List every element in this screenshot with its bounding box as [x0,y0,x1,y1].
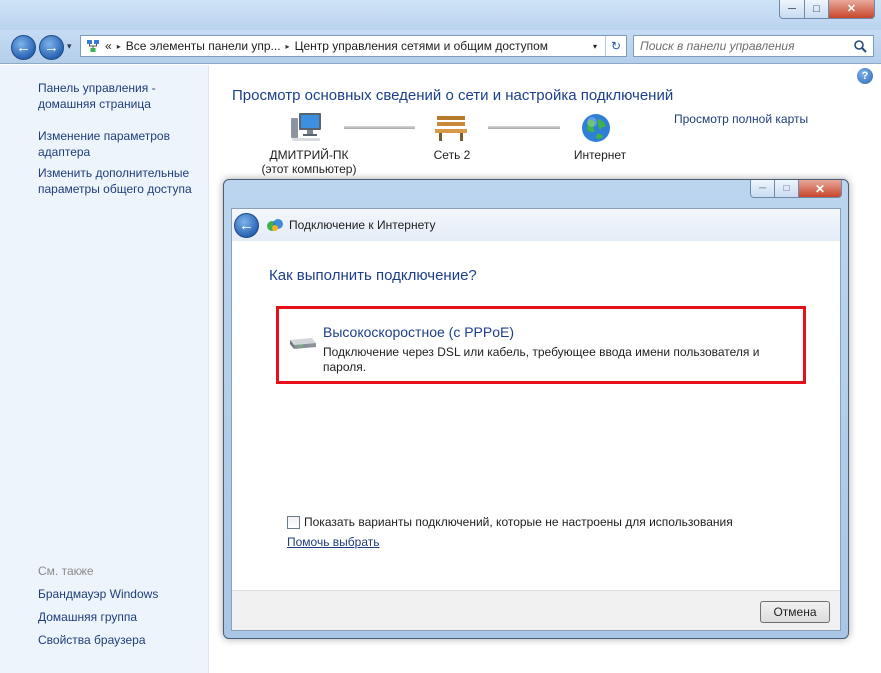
dialog-window-controls: ─ □ ✕ [750,180,842,199]
internet-node [580,112,612,147]
option-description: Подключение через DSL или кабель, требую… [323,345,760,374]
search-icon[interactable] [853,39,867,56]
dialog-title: Подключение к Интернету [289,218,436,232]
recent-pages-dropdown[interactable]: ▾ [67,41,72,52]
computer-caption: (этот компьютер) [261,162,357,176]
network-node-label: Сеть 2 [433,148,471,162]
globe-icon [582,114,610,142]
forward-button[interactable]: → [39,35,64,60]
control-panel-home-link[interactable]: Панель управления - домашняя страница [38,80,156,112]
dialog-footer: Отмена [232,590,840,630]
dialog-close-button[interactable]: ✕ [799,180,842,198]
window-controls: ─ □ ✕ [779,0,875,20]
advanced-sharing-settings-link[interactable]: Изменить дополнительные параметры общего… [38,165,192,197]
bench-icon [435,116,467,141]
link-text-line: Изменить дополнительные [38,166,190,180]
close-button[interactable]: ✕ [829,0,875,19]
search-input[interactable] [640,39,850,53]
link-text-line: адаптера [38,145,91,159]
refresh-button[interactable]: ↻ [605,36,626,56]
breadcrumb-all-control-panel-items[interactable]: Все элементы панели упр... [126,39,281,53]
breadcrumb-separator[interactable]: ▸ [286,42,290,51]
dialog-client-area: ← Подключение к Интернету Как выполнить … [231,208,841,631]
view-full-map-link[interactable]: Просмотр полной карты [674,112,808,126]
network-center-icon [85,38,101,54]
link-text-line: параметры общего доступа [38,182,192,196]
homegroup-link[interactable]: Домашняя группа [38,609,137,625]
network-connection-icon [266,217,284,236]
address-overflow-chevron[interactable]: « [105,39,112,53]
change-adapter-settings-link[interactable]: Изменение параметров адаптера [38,128,170,160]
minimize-button[interactable]: ─ [779,0,805,19]
internet-options-link[interactable]: Свойства браузера [38,632,146,648]
link-text-line: Панель управления - [38,81,156,95]
checkbox-label[interactable]: Показать варианты подключений, которые н… [304,515,733,529]
pppoe-broadband-option[interactable]: Высокоскоростное (с PPPoE) Подключение ч… [276,306,806,384]
help-icon[interactable]: ? [857,68,873,84]
search-box[interactable] [633,35,874,57]
dialog-minimize-button: ─ [750,180,775,198]
address-dropdown-button[interactable]: ▾ [586,36,604,56]
window-titlebar: ─ □ ✕ [0,0,881,30]
connect-to-internet-dialog: ─ □ ✕ ← Подключение к Интернету Как выпо… [223,179,849,639]
left-navigation-pane: Панель управления - домашняя страница Из… [0,65,209,673]
dialog-maximize-button: □ [775,180,799,198]
breadcrumb-network-sharing-center[interactable]: Центр управления сетями и общим доступом [295,39,549,53]
computer-icon [291,113,321,141]
map-connector-line [488,126,560,129]
link-text-line: домашняя страница [38,97,151,111]
computer-node-label: ДМИТРИЙ-ПК (этот компьютер) [254,148,364,176]
show-unconfigured-options-row[interactable]: Показать варианты подключений, которые н… [287,515,733,529]
modem-icon [287,335,317,354]
computer-name: ДМИТРИЙ-ПК [269,148,349,162]
help-me-choose-link[interactable]: Помочь выбрать [287,535,380,549]
network-node [434,112,468,145]
dialog-heading: Как выполнить подключение? [269,267,477,284]
cancel-button[interactable]: Отмена [760,601,830,623]
see-also-heading: См. также [38,564,94,578]
map-connector-line [344,126,415,129]
address-bar[interactable]: « ▸ Все элементы панели упр... ▸ Центр у… [80,35,627,57]
dialog-back-button[interactable]: ← [234,213,259,238]
internet-node-label: Интернет [573,148,627,162]
link-text-line: Изменение параметров [38,129,170,143]
page-title: Просмотр основных сведений о сети и наст… [232,87,674,104]
windows-firewall-link[interactable]: Брандмауэр Windows [38,586,158,602]
dialog-header: ← Подключение к Интернету [232,209,840,241]
option-title: Высокоскоростное (с PPPoE) [323,324,515,340]
back-button[interactable]: ← [11,35,36,60]
breadcrumb-separator: ▸ [116,41,121,51]
maximize-button[interactable]: □ [805,0,829,19]
show-unconfigured-options-checkbox[interactable] [287,515,300,529]
computer-node [290,112,324,145]
